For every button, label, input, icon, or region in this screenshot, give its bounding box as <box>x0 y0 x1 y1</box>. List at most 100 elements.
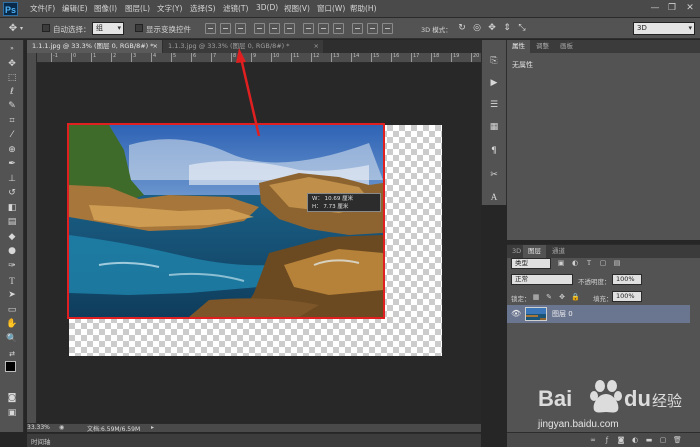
tab-channels[interactable]: 通道 <box>547 245 570 258</box>
layer-row[interactable]: 👁 图层 0 <box>507 305 690 323</box>
align-hcenter-icon[interactable] <box>269 23 280 34</box>
screen-mode-icon[interactable]: ▣ <box>5 407 19 420</box>
tab-adjustments[interactable]: 调整 <box>531 40 554 53</box>
filter-type-icon[interactable]: T <box>585 259 593 267</box>
paragraph-panel-icon[interactable]: ¶ <box>487 144 501 158</box>
menu-type[interactable]: 文字(Y) <box>157 3 182 14</box>
history-panel-icon[interactable]: ⎘ <box>487 54 501 68</box>
brush-panel-icon[interactable]: ✂ <box>487 168 501 182</box>
quick-select-tool-icon[interactable]: ✎ <box>5 100 19 113</box>
lasso-tool-icon[interactable]: ℓ <box>5 86 19 99</box>
fill-input[interactable]: 100% <box>612 291 642 302</box>
foreground-color-swatch[interactable] <box>5 361 16 372</box>
distribute-top-icon[interactable] <box>303 23 314 34</box>
align-top-icon[interactable] <box>205 23 216 34</box>
blur-tool-icon[interactable]: ◆ <box>5 231 19 244</box>
collapse-toolbar-icon[interactable]: » <box>5 42 19 55</box>
crop-tool-icon[interactable]: ⌗ <box>5 115 19 128</box>
auto-select-checkbox[interactable] <box>42 24 50 32</box>
tool-presets-icon[interactable]: ☰ <box>487 98 501 112</box>
menu-image[interactable]: 图像(I) <box>94 3 117 14</box>
layer-comps-icon[interactable]: ▦ <box>487 120 501 134</box>
menu-help[interactable]: 帮助(H) <box>350 3 377 14</box>
chevron-down-icon[interactable]: ▾ <box>20 25 23 32</box>
blend-mode-dropdown[interactable]: 正常 <box>511 274 573 285</box>
align-right-icon[interactable] <box>284 23 295 34</box>
distribute-left-icon[interactable] <box>352 23 363 34</box>
3d-rotate-icon[interactable]: ↻ <box>455 22 469 35</box>
canvas-area[interactable]: W： 10.69 厘米 H： 7.73 厘米 <box>37 63 481 423</box>
align-bottom-icon[interactable] <box>235 23 246 34</box>
close-tab-icon[interactable]: × <box>153 40 158 53</box>
restore-button[interactable]: ❐ <box>665 2 679 14</box>
layer-filter-dropdown[interactable]: 类型 <box>511 258 551 269</box>
filter-smart-object-icon[interactable]: ▤ <box>613 259 621 267</box>
3d-scale-icon[interactable]: ⤡ <box>515 22 529 35</box>
menu-layer[interactable]: 图层(L) <box>125 3 150 14</box>
selected-photo-layer[interactable] <box>67 123 385 319</box>
eraser-tool-icon[interactable]: ◧ <box>5 202 19 215</box>
path-select-tool-icon[interactable]: ➤ <box>5 289 19 302</box>
distribute-right-icon[interactable] <box>382 23 393 34</box>
tab-document-1[interactable]: 1.1.1.jpg @ 33.3% (图层 0, RGB/8#) * × <box>27 40 162 53</box>
workspace-dropdown[interactable]: 3D <box>633 22 695 35</box>
menu-3d[interactable]: 3D(D) <box>256 3 278 12</box>
tab-layers[interactable]: 图层 <box>523 245 546 258</box>
status-menu-icon[interactable]: ▸ <box>151 424 154 431</box>
swap-colors-icon[interactable]: ⇄ <box>5 348 19 361</box>
opacity-input[interactable]: 100% <box>612 274 642 285</box>
move-tool-icon[interactable]: ✥ <box>5 58 19 71</box>
menu-file[interactable]: 文件(F) <box>30 3 55 14</box>
zoom-level[interactable]: 33.33% <box>27 424 50 431</box>
marquee-tool-icon[interactable]: ⬚ <box>5 72 19 85</box>
actions-panel-icon[interactable]: ▶ <box>487 76 501 90</box>
brush-tool-icon[interactable]: ✒ <box>5 158 19 171</box>
lock-transparent-icon[interactable]: ▦ <box>532 293 540 301</box>
layer-name[interactable]: 图层 0 <box>552 309 573 319</box>
tab-artboard[interactable]: 画板 <box>555 40 578 53</box>
tab-properties[interactable]: 属性 <box>507 40 530 53</box>
zoom-tool-icon[interactable]: 🔍 <box>5 333 19 346</box>
3d-slide-icon[interactable]: ⇕ <box>500 22 514 35</box>
history-brush-tool-icon[interactable]: ↺ <box>5 187 19 200</box>
tab-document-2[interactable]: 1.1.3.jpg @ 33.3% (图层 0, RGB/8#) * × <box>163 40 323 53</box>
close-window-button[interactable]: ✕ <box>683 2 697 14</box>
menu-select[interactable]: 选择(S) <box>190 3 216 14</box>
quick-mask-icon[interactable]: ◙ <box>5 392 19 405</box>
show-transform-checkbox[interactable] <box>135 24 143 32</box>
menu-window[interactable]: 窗口(W) <box>317 3 345 14</box>
eyedropper-tool-icon[interactable]: ⁄ <box>5 129 19 142</box>
timeline-tab[interactable]: 时间轴 <box>31 436 51 446</box>
menu-edit[interactable]: 编辑(E) <box>62 3 88 14</box>
distribute-vcenter-icon[interactable] <box>318 23 329 34</box>
lock-position-icon[interactable]: ✥ <box>558 293 566 301</box>
character-panel-icon[interactable]: A <box>487 190 501 204</box>
close-tab-icon[interactable]: × <box>314 40 319 53</box>
filter-pixel-icon[interactable]: ▣ <box>557 259 565 267</box>
lock-image-icon[interactable]: ✎ <box>545 293 553 301</box>
shape-tool-icon[interactable]: ▭ <box>5 304 19 317</box>
dodge-tool-icon[interactable]: ● <box>5 245 19 258</box>
move-tool-preset-icon[interactable]: ✥ <box>6 22 20 35</box>
status-info-icon[interactable]: ◉ <box>59 424 64 431</box>
menu-filter[interactable]: 滤镜(T) <box>223 3 248 14</box>
pen-tool-icon[interactable]: ✑ <box>5 260 19 273</box>
visibility-eye-icon[interactable]: 👁 <box>511 309 521 318</box>
hand-tool-icon[interactable]: ✋ <box>5 318 19 331</box>
3d-pan-icon[interactable]: ✥ <box>485 22 499 35</box>
filter-shape-icon[interactable]: ▢ <box>599 259 607 267</box>
lock-all-icon[interactable]: 🔒 <box>571 293 580 301</box>
clone-stamp-tool-icon[interactable]: ⊥ <box>5 173 19 186</box>
type-tool-icon[interactable]: T <box>5 275 19 288</box>
filter-adjustment-icon[interactable]: ◐ <box>571 259 579 267</box>
distribute-bottom-icon[interactable] <box>333 23 344 34</box>
distribute-hcenter-icon[interactable] <box>367 23 378 34</box>
menu-view[interactable]: 视图(V) <box>284 3 310 14</box>
auto-select-dropdown[interactable]: 组 <box>92 22 124 35</box>
align-left-icon[interactable] <box>254 23 265 34</box>
align-vcenter-icon[interactable] <box>220 23 231 34</box>
healing-brush-tool-icon[interactable]: ⊕ <box>5 144 19 157</box>
gradient-tool-icon[interactable]: ▤ <box>5 216 19 229</box>
minimize-button[interactable]: — <box>648 2 662 14</box>
3d-roll-icon[interactable]: ◎ <box>470 22 484 35</box>
